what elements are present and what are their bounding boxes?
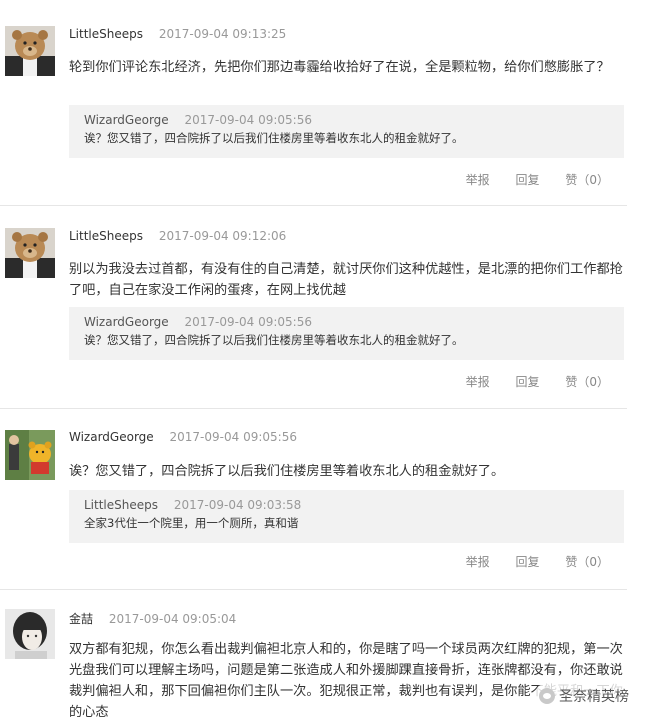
report-button[interactable]: 举报 bbox=[466, 173, 490, 187]
comment-text: 别以为我没去过首都，有没有住的自己清楚，就讨厌你们这种优越性，是北漂的把你们工作… bbox=[69, 262, 623, 298]
cartoon-bear-avatar-icon bbox=[5, 430, 55, 480]
comment-author[interactable]: 金喆 bbox=[69, 612, 93, 626]
watermark: 圣奈精英榜 bbox=[535, 684, 635, 708]
quote-text: 全家3代住一个院里，用一个厕所，真和谐 bbox=[84, 516, 299, 530]
quote-author[interactable]: WizardGeorge bbox=[84, 315, 169, 329]
quote-time: 2017-09-04 09:03:58 bbox=[173, 498, 302, 512]
like-button[interactable]: 赞（0） bbox=[565, 555, 609, 569]
comment-time: 2017-09-04 09:12:06 bbox=[158, 229, 287, 243]
comment-time: 2017-09-04 09:13:25 bbox=[158, 27, 287, 41]
comment-text: 诶？您又错了，四合院拆了以后我们住楼房里等着收东北人的租金就好了。 bbox=[69, 464, 505, 479]
quoted-comment: LittleSheeps 2017-09-04 09:03:58 全家3代住一个… bbox=[69, 490, 624, 543]
person-portrait-avatar-icon bbox=[5, 609, 55, 659]
quote-author[interactable]: WizardGeorge bbox=[84, 113, 169, 127]
quote-time: 2017-09-04 09:05:56 bbox=[184, 315, 312, 329]
comment-author-line: 金喆 2017-09-04 09:05:04 bbox=[69, 610, 236, 627]
comment-actions: 举报 回复 赞（0） bbox=[444, 171, 609, 188]
quote-header: LittleSheeps 2017-09-04 09:03:58 bbox=[84, 498, 610, 512]
comment-actions: 举报 回复 赞（0） bbox=[444, 553, 609, 570]
comment-author[interactable]: LittleSheeps bbox=[69, 27, 143, 41]
comment-author[interactable]: WizardGeorge bbox=[69, 430, 154, 444]
quote-text: 诶？您又错了，四合院拆了以后我们住楼房里等着收东北人的租金就好了。 bbox=[84, 333, 464, 347]
quote-author[interactable]: LittleSheeps bbox=[84, 498, 158, 512]
quoted-comment: WizardGeorge 2017-09-04 09:05:56 诶？您又错了，… bbox=[69, 307, 624, 360]
reply-button[interactable]: 回复 bbox=[516, 375, 540, 389]
comment-item: 金喆 2017-09-04 09:05:04 双方都有犯规，你怎么看出裁判偏袒北… bbox=[0, 590, 627, 726]
avatar[interactable] bbox=[5, 26, 55, 76]
comment-author-line: LittleSheeps 2017-09-04 09:13:25 bbox=[69, 27, 286, 41]
teddy-bear-avatar-icon bbox=[5, 26, 55, 76]
avatar[interactable] bbox=[5, 228, 55, 278]
watermark-text: 圣奈精英榜 bbox=[559, 689, 629, 705]
comment-text: 双方都有犯规，你怎么看出裁判偏袒北京人和的，你是瞎了吗一个球员两次红牌的犯规，第… bbox=[69, 642, 623, 720]
quoted-comment: WizardGeorge 2017-09-04 09:05:56 诶？您又错了，… bbox=[69, 105, 624, 158]
comment-actions: 举报 回复 赞（0） bbox=[444, 373, 609, 390]
like-button[interactable]: 赞（0） bbox=[565, 375, 609, 389]
report-button[interactable]: 举报 bbox=[466, 555, 490, 569]
reply-button[interactable]: 回复 bbox=[516, 555, 540, 569]
quote-time: 2017-09-04 09:05:56 bbox=[184, 113, 312, 127]
comment-author-line: WizardGeorge 2017-09-04 09:05:56 bbox=[69, 430, 297, 444]
teddy-bear-avatar-icon bbox=[5, 228, 55, 278]
comment-item: LittleSheeps 2017-09-04 09:13:25 轮到你们评论东… bbox=[0, 0, 627, 206]
comment-time: 2017-09-04 09:05:04 bbox=[108, 612, 237, 626]
report-button[interactable]: 举报 bbox=[466, 375, 490, 389]
reply-button[interactable]: 回复 bbox=[516, 173, 540, 187]
comment-item: WizardGeorge 2017-09-04 09:05:56 诶？您又错了，… bbox=[0, 409, 627, 590]
comment-text: 轮到你们评论东北经济，先把你们那边毒霾给收拾好了在说，全是颗粒物，给你们憋膨胀了… bbox=[69, 60, 610, 75]
comment-item: LittleSheeps 2017-09-04 09:12:06 别以为我没去过… bbox=[0, 206, 627, 409]
quote-header: WizardGeorge 2017-09-04 09:05:56 bbox=[84, 315, 610, 329]
like-button[interactable]: 赞（0） bbox=[565, 173, 609, 187]
comment-author-line: LittleSheeps 2017-09-04 09:12:06 bbox=[69, 229, 286, 243]
quote-header: WizardGeorge 2017-09-04 09:05:56 bbox=[84, 113, 610, 127]
quote-text: 诶？您又错了，四合院拆了以后我们住楼房里等着收东北人的租金就好了。 bbox=[84, 131, 464, 145]
avatar[interactable] bbox=[5, 609, 55, 659]
wechat-icon bbox=[539, 688, 555, 704]
avatar[interactable] bbox=[5, 430, 55, 480]
comment-author[interactable]: LittleSheeps bbox=[69, 229, 143, 243]
comment-time: 2017-09-04 09:05:56 bbox=[169, 430, 297, 444]
